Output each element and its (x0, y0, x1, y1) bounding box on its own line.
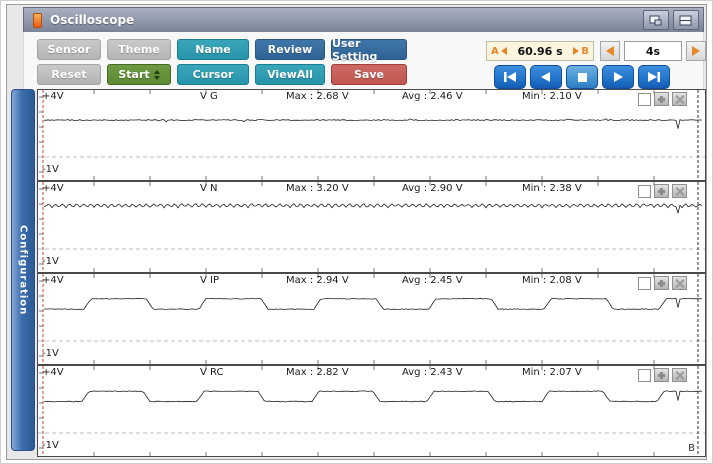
channel-min-label: Min : 2.10 V (522, 91, 582, 102)
name-button[interactable]: Name (177, 39, 249, 60)
window-title: Oscilloscope (50, 13, 134, 27)
channel-select-checkbox[interactable] (638, 369, 651, 382)
channel-add-button[interactable] (654, 184, 669, 198)
channel-waveform (38, 366, 705, 456)
channel-avg-label: Avg : 2.43 V (402, 367, 463, 378)
stop-icon (578, 73, 587, 82)
stop-button[interactable] (566, 65, 598, 89)
ab-interval-display: A 60.96 s B (486, 41, 594, 61)
channel-max-label: Max : 2.68 V (286, 91, 349, 102)
skip-to-start-button[interactable] (494, 65, 526, 89)
app-screen: Oscilloscope Sensor Theme Name Review (0, 0, 713, 464)
skip-to-end-button[interactable] (638, 65, 670, 89)
play-forward-button[interactable] (602, 65, 634, 89)
skip-to-end-icon (647, 72, 661, 82)
sensor-button[interactable]: Sensor (37, 39, 101, 60)
channel-panel: +4V V G Max : 2.68 V Avg : 2.46 V Min : … (37, 89, 706, 181)
theme-button[interactable]: Theme (107, 39, 171, 60)
channel-min-label: Min : 2.07 V (522, 367, 582, 378)
maximize-window-button[interactable] (673, 10, 699, 30)
channel-min-label: Min : 2.38 V (522, 183, 582, 194)
channel-bottom-voltage-label: -1V (42, 164, 59, 175)
start-spinner-icon[interactable] (154, 70, 160, 80)
channel-add-button[interactable] (654, 276, 669, 290)
playback-controls (494, 65, 670, 89)
channel-name-label: V N (200, 183, 218, 194)
channel-close-button[interactable] (672, 92, 687, 106)
cursor-button[interactable]: Cursor (177, 64, 249, 85)
maximize-window-icon (679, 15, 693, 26)
channel-top-voltage-label: +4V (42, 367, 64, 378)
app-icon (33, 13, 42, 28)
channel-top-voltage-label: +4V (42, 91, 64, 102)
channel-close-button[interactable] (672, 368, 687, 382)
span-increase-button[interactable] (686, 41, 706, 61)
title-bar: Oscilloscope (23, 7, 704, 33)
channel-bottom-voltage-label: -1V (42, 440, 59, 451)
reset-button[interactable]: Reset (37, 64, 101, 85)
window-span-display: 4s (624, 41, 682, 61)
channel-close-button[interactable] (672, 184, 687, 198)
review-button[interactable]: Review (255, 39, 325, 60)
channel-avg-label: Avg : 2.46 V (402, 91, 463, 102)
cursor-a-arrow-icon (501, 47, 507, 55)
cursor-b-label: B (581, 46, 589, 57)
start-button[interactable]: Start (107, 64, 171, 85)
step-back-button[interactable] (530, 65, 562, 89)
oscilloscope-window: Oscilloscope Sensor Theme Name Review (6, 4, 707, 460)
restore-window-icon (649, 15, 663, 26)
channel-name-label: V RC (200, 367, 223, 378)
configuration-tab-label: Configuration (18, 225, 29, 315)
channel-select-checkbox[interactable] (638, 185, 651, 198)
channel-avg-label: Avg : 2.45 V (402, 275, 463, 286)
skip-to-start-icon (503, 72, 517, 82)
play-forward-icon (613, 72, 623, 82)
restore-window-button[interactable] (643, 10, 669, 30)
step-back-icon (541, 72, 551, 82)
channel-waveform (38, 90, 705, 180)
toolbar: Sensor Theme Name Review User Setting Re… (23, 32, 704, 89)
channel-max-label: Max : 2.82 V (286, 367, 349, 378)
cursor-b-bottom-label: B (688, 443, 695, 454)
viewall-button[interactable]: ViewAll (255, 64, 325, 85)
channel-panel: +4V V N Max : 3.20 V Avg : 2.90 V Min : … (37, 181, 706, 273)
channel-top-voltage-label: +4V (42, 275, 64, 286)
channel-panel: +4V V IP Max : 2.94 V Avg : 2.45 V Min :… (37, 273, 706, 365)
channel-name-label: V IP (200, 275, 219, 286)
cursor-b-arrow-icon (573, 47, 579, 55)
plot-area: +4V V G Max : 2.68 V Avg : 2.46 V Min : … (37, 89, 706, 457)
channel-avg-label: Avg : 2.90 V (402, 183, 463, 194)
channel-top-voltage-label: +4V (42, 183, 64, 194)
channel-panel: +4V V RC Max : 2.82 V Avg : 2.43 V Min :… (37, 365, 706, 457)
cursor-a-label: A (491, 46, 499, 57)
configuration-tab[interactable]: Configuration (11, 89, 35, 451)
right-arrow-icon (692, 46, 700, 56)
channel-close-button[interactable] (672, 276, 687, 290)
ab-interval-value: 60.96 s (509, 45, 572, 58)
channel-waveform (38, 182, 705, 272)
channel-bottom-voltage-label: -1V (42, 256, 59, 267)
channel-add-button[interactable] (654, 92, 669, 106)
channel-min-label: Min : 2.08 V (522, 275, 582, 286)
channel-select-checkbox[interactable] (638, 93, 651, 106)
channel-select-checkbox[interactable] (638, 277, 651, 290)
user-setting-button[interactable]: User Setting (331, 39, 407, 60)
left-arrow-icon (606, 46, 614, 56)
save-button[interactable]: Save (331, 64, 407, 85)
channel-bottom-voltage-label: -1V (42, 348, 59, 359)
channel-add-button[interactable] (654, 368, 669, 382)
span-decrease-button[interactable] (600, 41, 620, 61)
channel-waveform (38, 274, 705, 364)
channel-max-label: Max : 2.94 V (286, 275, 349, 286)
channel-name-label: V G (200, 91, 218, 102)
start-button-label: Start (118, 68, 149, 81)
channel-max-label: Max : 3.20 V (286, 183, 349, 194)
